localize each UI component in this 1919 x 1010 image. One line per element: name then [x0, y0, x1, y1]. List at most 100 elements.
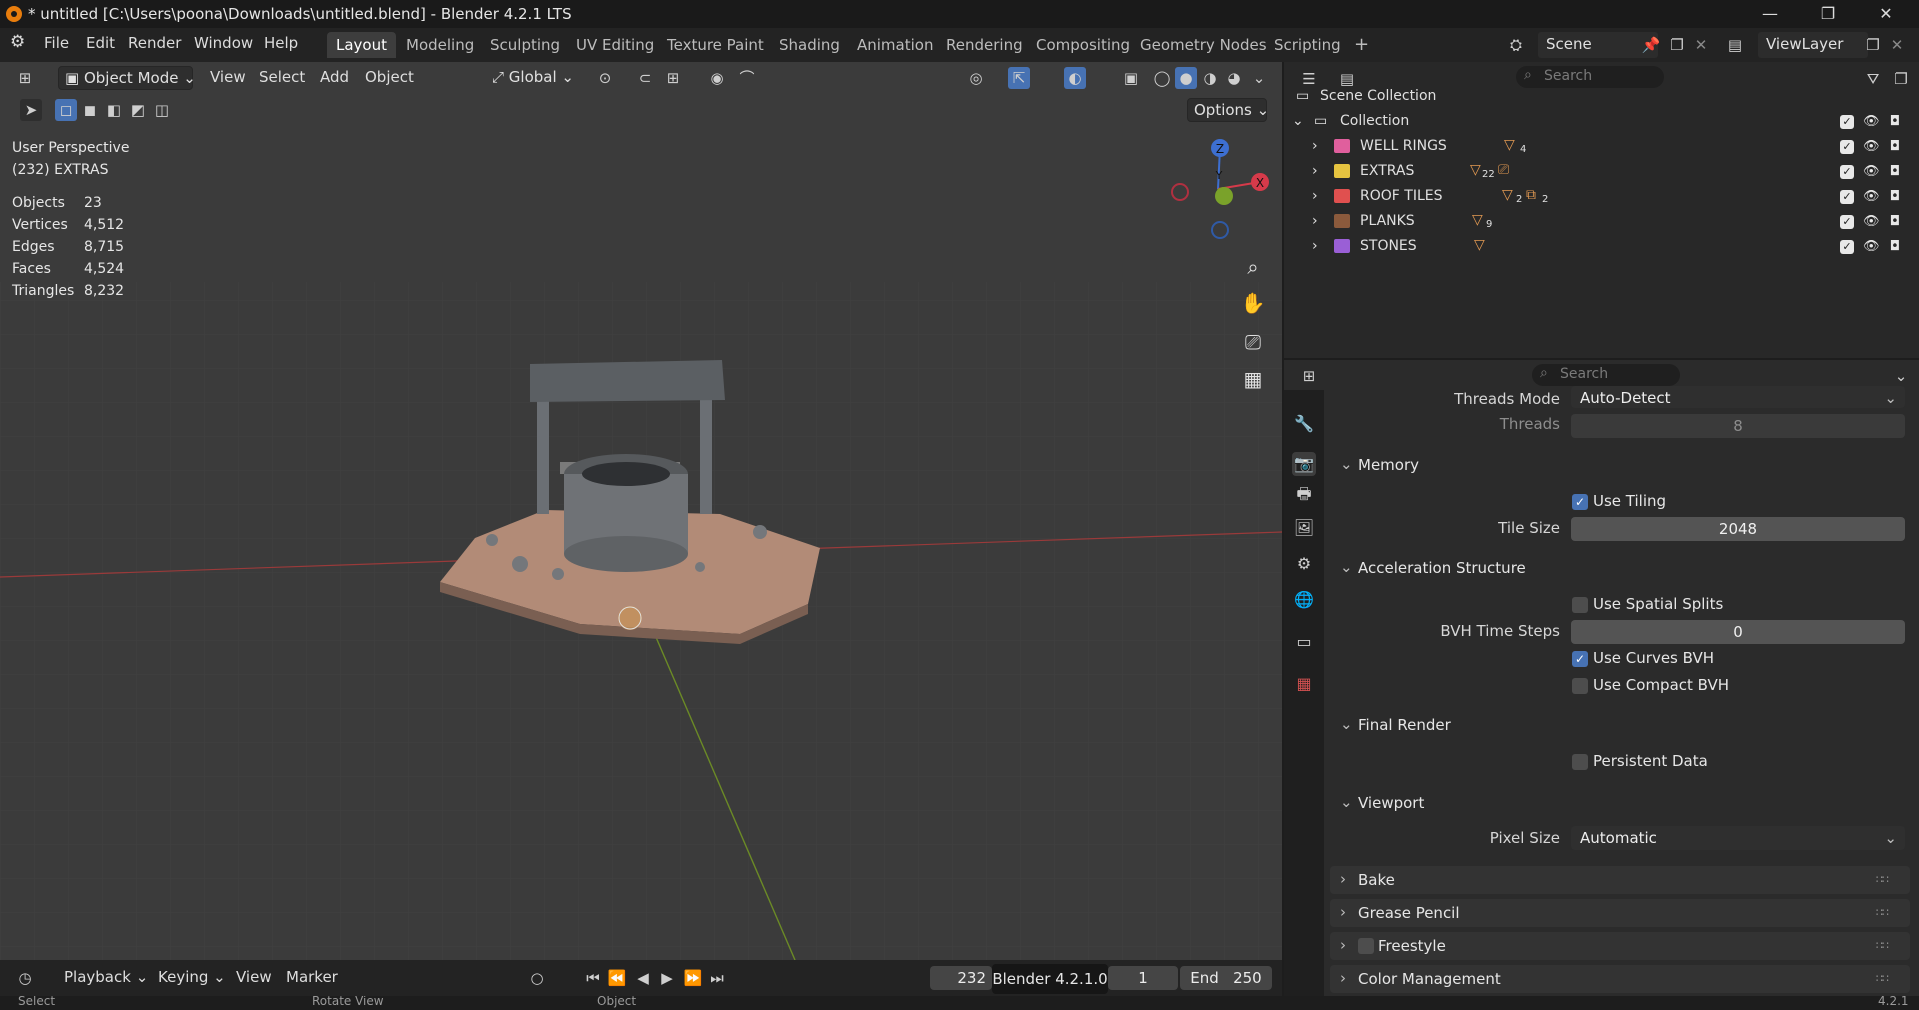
outliner-collection[interactable]: ⌄ ▭ Collection ✓ 👁 ◘ — [1284, 109, 1919, 134]
new-view-layer-icon[interactable]: ❐ — [1862, 34, 1884, 56]
menu-object[interactable]: Object — [365, 68, 414, 86]
render-icon[interactable]: ◘ — [1887, 139, 1903, 155]
gizmo-toggle-icon[interactable]: ⇱ — [1008, 67, 1030, 89]
panel-color-management[interactable]: › Color Management ∷∷ — [1330, 965, 1910, 993]
tab-texture-paint[interactable]: Texture Paint — [658, 32, 773, 58]
tile-size-field[interactable]: 2048 — [1571, 517, 1905, 541]
pivot-point-icon[interactable]: ⊙ — [594, 67, 616, 89]
select-intersect-icon[interactable]: ◫ — [151, 99, 173, 121]
scene-icon[interactable]: ⛭ — [1505, 34, 1527, 56]
exclude-checkbox[interactable]: ✓ — [1840, 140, 1854, 154]
timeline-editor-icon[interactable]: ◷ — [14, 967, 36, 989]
new-scene-icon[interactable]: ❐ — [1666, 34, 1688, 56]
scene-tab-icon[interactable]: ⚙ — [1292, 552, 1316, 576]
menu-add[interactable]: Add — [320, 68, 349, 86]
outliner-item-planks[interactable]: › PLANKS ▽ 9 ✓ 👁 ◘ — [1284, 209, 1919, 234]
chevron-right-icon[interactable]: › — [1312, 163, 1318, 179]
drag-handle-icon[interactable]: ∷∷ — [1876, 906, 1889, 919]
eye-icon[interactable]: 👁 — [1863, 239, 1880, 255]
chevron-down-icon[interactable]: ⌄ — [1890, 365, 1912, 387]
exclude-checkbox[interactable]: ✓ — [1840, 240, 1854, 254]
play-reverse-icon[interactable]: ◀ — [632, 967, 654, 989]
render-tab-icon[interactable]: 📷 — [1292, 452, 1316, 476]
outliner-item-well-rings[interactable]: › WELL RINGS ▽ 4 ✓ 👁 ◘ — [1284, 134, 1919, 159]
chevron-right-icon[interactable]: › — [1312, 188, 1318, 204]
frame-end-field[interactable]: End 250 — [1180, 966, 1272, 990]
material-shading-icon[interactable]: ◑ — [1199, 67, 1221, 89]
eye-icon[interactable]: 👁 — [1863, 189, 1880, 205]
pin-icon[interactable]: 📌 — [1640, 34, 1662, 56]
jump-start-icon[interactable]: ⏮ — [582, 967, 604, 989]
menu-help[interactable]: Help — [264, 34, 298, 52]
snap-increment-icon[interactable]: ⊞ — [662, 67, 684, 89]
tab-uv-editing[interactable]: UV Editing — [567, 32, 663, 58]
collection-render-icon[interactable]: ◘ — [1887, 114, 1903, 130]
texture-tab-icon[interactable]: ▦ — [1292, 672, 1316, 696]
overlay-toggle-icon[interactable]: ◐ — [1064, 67, 1086, 89]
select-tool-icon[interactable]: ➤ — [20, 99, 42, 121]
menu-view[interactable]: View — [210, 68, 246, 86]
use-curves-bvh-checkbox[interactable]: ✓ — [1572, 651, 1588, 667]
output-tab-icon[interactable]: 🖶 — [1292, 482, 1316, 506]
drag-handle-icon[interactable]: ∷∷ — [1876, 972, 1889, 985]
minimize-button[interactable]: — — [1747, 2, 1793, 26]
chevron-right-icon[interactable]: › — [1312, 238, 1318, 254]
tab-scripting[interactable]: Scripting — [1265, 32, 1350, 58]
play-icon[interactable]: ▶ — [656, 967, 678, 989]
shading-options-icon[interactable]: ⌄ — [1248, 67, 1270, 89]
chevron-right-icon[interactable]: › — [1312, 213, 1318, 229]
xray-toggle-icon[interactable]: ▣ — [1120, 67, 1142, 89]
render-icon[interactable]: ◘ — [1887, 239, 1903, 255]
tab-geometry-nodes[interactable]: Geometry Nodes — [1131, 32, 1276, 58]
menu-timeline-view[interactable]: View — [236, 968, 272, 986]
properties-search-input[interactable]: ⌕ Search — [1532, 364, 1680, 386]
select-invert-icon[interactable]: ◩ — [127, 99, 149, 121]
delete-view-layer-icon[interactable]: ✕ — [1886, 34, 1908, 56]
freestyle-checkbox[interactable] — [1358, 938, 1374, 954]
jump-keyframe-back-icon[interactable]: ⏪ — [606, 967, 628, 989]
3d-viewport[interactable]: ⊞ ▣ Object Mode ⌄ View Select Add Object… — [0, 62, 1282, 960]
persistent-data-checkbox[interactable] — [1572, 754, 1588, 770]
select-subtract-icon[interactable]: ◧ — [103, 99, 125, 121]
menu-marker[interactable]: Marker — [286, 968, 338, 986]
chevron-right-icon[interactable]: › — [1312, 138, 1318, 154]
exclude-checkbox[interactable]: ✓ — [1840, 215, 1854, 229]
render-icon[interactable]: ◘ — [1887, 189, 1903, 205]
mode-select[interactable]: ▣ Object Mode ⌄ — [58, 66, 196, 90]
panel-memory[interactable]: ⌄ Memory — [1330, 451, 1910, 479]
panel-viewport[interactable]: ⌄ Viewport — [1330, 789, 1910, 817]
close-button[interactable]: ✕ — [1863, 2, 1909, 26]
snap-icon[interactable]: ⊂ — [634, 67, 656, 89]
render-icon[interactable]: ◘ — [1887, 214, 1903, 230]
chevron-down-icon[interactable]: ⌄ — [1292, 113, 1304, 129]
transform-orientation-select[interactable]: ⤢ Global ⌄ — [486, 66, 581, 90]
maximize-button[interactable]: ❐ — [1805, 2, 1851, 26]
menu-keying[interactable]: Keying ⌄ — [158, 968, 226, 986]
collection-exclude-checkbox[interactable]: ✓ — [1840, 115, 1854, 129]
pixel-size-select[interactable]: Automatic ⌄ — [1571, 826, 1905, 850]
threads-field[interactable]: 8 — [1571, 414, 1905, 438]
world-tab-icon[interactable]: 🌐 — [1292, 588, 1316, 612]
tab-animation[interactable]: Animation — [848, 32, 942, 58]
tab-layout[interactable]: Layout — [327, 32, 396, 58]
select-new-icon[interactable]: ◻ — [55, 99, 77, 121]
collection-eye-icon[interactable]: 👁 — [1863, 114, 1880, 130]
falloff-icon[interactable]: ⌒ — [736, 67, 758, 89]
tab-compositing[interactable]: Compositing — [1027, 32, 1139, 58]
outliner-item-roof-tiles[interactable]: › ROOF TILES ▽ 2 ⧉ 2 ✓ 👁 ◘ — [1284, 184, 1919, 209]
outliner-scene-collection[interactable]: ▭ Scene Collection — [1284, 84, 1919, 109]
current-frame-field[interactable]: 232 — [930, 966, 992, 990]
tab-rendering[interactable]: Rendering — [937, 32, 1032, 58]
add-workspace-icon[interactable]: + — [1345, 30, 1378, 56]
panel-bake[interactable]: › Bake ∷∷ — [1330, 866, 1910, 894]
panel-freestyle[interactable]: › Freestyle ∷∷ — [1330, 932, 1910, 960]
drag-handle-icon[interactable]: ∷∷ — [1876, 873, 1889, 886]
wireframe-shading-icon[interactable]: ◯ — [1151, 67, 1173, 89]
menu-edit[interactable]: Edit — [86, 34, 115, 52]
visibility-icon[interactable]: ◎ — [965, 67, 987, 89]
panel-grease-pencil[interactable]: › Grease Pencil ∷∷ — [1330, 899, 1910, 927]
panel-acceleration-structure[interactable]: ⌄ Acceleration Structure — [1330, 554, 1910, 582]
menu-playback[interactable]: Playback ⌄ — [64, 968, 148, 986]
panel-final-render[interactable]: ⌄ Final Render — [1330, 711, 1910, 739]
zoom-icon[interactable]: ⌕ — [1238, 252, 1268, 282]
